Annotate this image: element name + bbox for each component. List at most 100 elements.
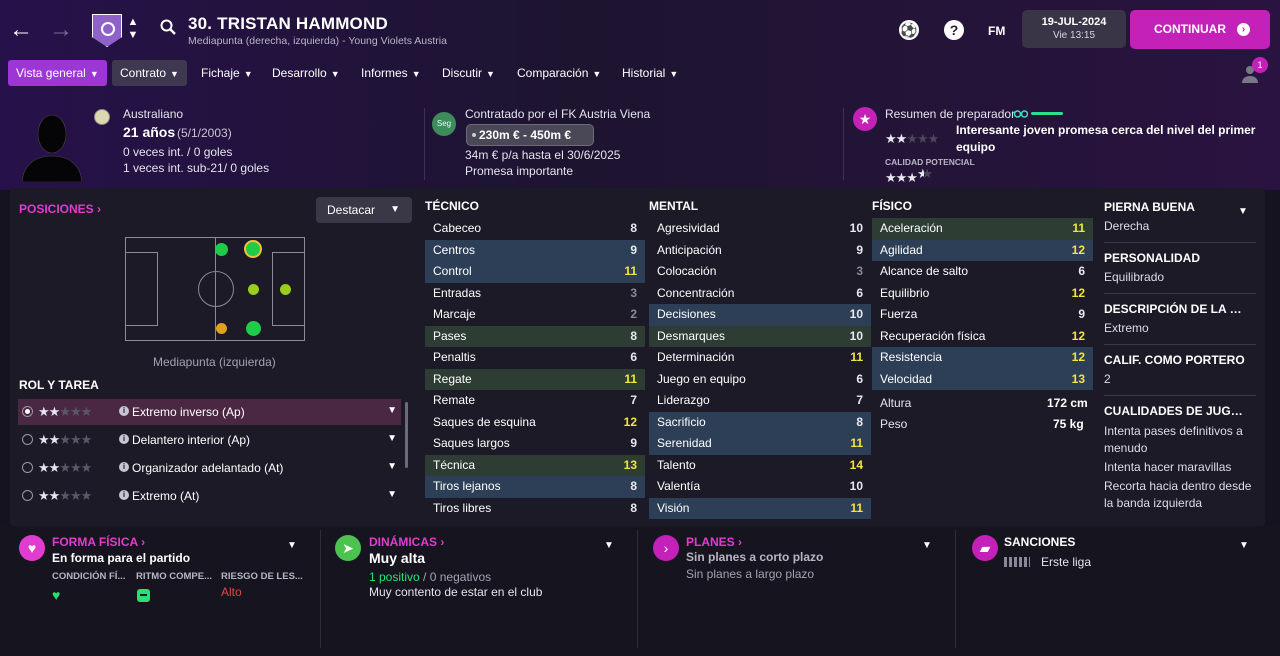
attribute-row[interactable]: Anticipación 9 bbox=[649, 240, 871, 262]
attribute-row[interactable]: Penaltis 6 bbox=[425, 347, 645, 369]
role-row[interactable]: ★★★★★ i Extremo (At) ▼ bbox=[18, 483, 401, 509]
chevron-down-icon[interactable]: ▼ bbox=[1239, 540, 1249, 551]
attribute-row[interactable]: Sacrificio 8 bbox=[649, 411, 871, 433]
radio-button[interactable] bbox=[22, 406, 33, 417]
injury-risk-value: Alto bbox=[221, 585, 242, 599]
role-row[interactable]: ★★★★★ i Extremo inverso (Ap) ▼ bbox=[18, 399, 401, 425]
attribute-row[interactable]: Velocidad 13 bbox=[872, 368, 1093, 390]
positions-title[interactable]: POSICIONES › bbox=[19, 202, 101, 216]
attribute-row[interactable]: Determinación 11 bbox=[649, 347, 871, 369]
attribute-row[interactable]: Juego en equipo 6 bbox=[649, 369, 871, 391]
date-box[interactable]: 19-JUL-2024 Vie 13:15 bbox=[1022, 10, 1126, 48]
attribute-row[interactable]: Aceleración 11 bbox=[872, 218, 1093, 240]
player-traits-section: CUALIDADES DE JUGA... Intenta pases defi… bbox=[1104, 404, 1256, 512]
up-down-chevron-icon[interactable]: ▲ ▼ bbox=[126, 16, 140, 42]
menu-discutir[interactable]: Discutir ▼ bbox=[434, 60, 503, 86]
chevron-down-icon: ▼ bbox=[486, 69, 495, 79]
attribute-value: 6 bbox=[630, 350, 637, 364]
role-row[interactable]: ★★★★★ i Delantero interior (Ap) ▼ bbox=[18, 427, 401, 453]
attribute-row[interactable]: Pases 8 bbox=[425, 325, 645, 347]
football-icon[interactable]: ⚽ bbox=[899, 20, 919, 40]
nationality-flag-icon bbox=[94, 109, 110, 125]
notifications-button[interactable]: 1 bbox=[1240, 57, 1268, 84]
menu-vista-general[interactable]: Vista general ▼ bbox=[8, 60, 107, 86]
forward-arrow-icon[interactable]: → bbox=[48, 14, 74, 46]
back-arrow-icon[interactable]: ← bbox=[8, 14, 34, 46]
attribute-row[interactable]: Concentración 6 bbox=[649, 283, 871, 305]
trait: Recorta hacia dentro desde la banda izqu… bbox=[1104, 479, 1252, 510]
menu-informes[interactable]: Informes ▼ bbox=[353, 60, 429, 86]
search-icon[interactable] bbox=[160, 19, 176, 35]
info-icon[interactable]: i bbox=[119, 462, 129, 472]
info-icon[interactable]: i bbox=[119, 490, 129, 500]
radio-button[interactable] bbox=[22, 490, 33, 501]
fm-menu-button[interactable]: FM bbox=[988, 24, 1005, 38]
attribute-row[interactable]: Decisiones 10 bbox=[649, 304, 871, 326]
value-range-pill[interactable]: 230m € - 450m € bbox=[466, 124, 594, 146]
attribute-name: Aceleración bbox=[880, 221, 943, 235]
attribute-row[interactable]: Control 11 bbox=[425, 261, 645, 283]
fitness-title[interactable]: FORMA FÍSICA › bbox=[52, 535, 145, 549]
attribute-name: Remate bbox=[433, 393, 476, 407]
attribute-row[interactable]: Regate 11 bbox=[425, 368, 645, 390]
help-icon[interactable]: ? bbox=[944, 20, 964, 40]
chevron-down-icon[interactable]: ▼ bbox=[604, 540, 614, 551]
attribute-row[interactable]: Recuperación física 12 bbox=[872, 326, 1093, 348]
attribute-row[interactable]: Saques de esquina 12 bbox=[425, 412, 645, 434]
radio-button[interactable] bbox=[22, 462, 33, 473]
dynamics-value: Muy alta bbox=[369, 550, 426, 566]
attribute-row[interactable]: Talento 14 bbox=[649, 455, 871, 477]
age: 21 años bbox=[123, 124, 176, 140]
attribute-row[interactable]: Técnica 13 bbox=[425, 454, 645, 476]
plans-title[interactable]: PLANES › bbox=[686, 535, 742, 549]
attribute-row[interactable]: Colocación 3 bbox=[649, 261, 871, 283]
attribute-row[interactable]: Remate 7 bbox=[425, 390, 645, 412]
highlight-dropdown[interactable]: Destacar ▼ bbox=[316, 197, 412, 223]
divider bbox=[424, 108, 425, 180]
sanction-points-icon bbox=[1004, 557, 1030, 567]
chevron-down-icon[interactable]: ▼ bbox=[922, 540, 932, 551]
attribute-row[interactable]: Centros 9 bbox=[425, 239, 645, 261]
attribute-row[interactable]: Desmarques 10 bbox=[649, 325, 871, 347]
pitch-center-circle bbox=[198, 271, 234, 307]
attribute-row[interactable]: Liderazgo 7 bbox=[649, 390, 871, 412]
attribute-row[interactable]: Serenidad 11 bbox=[649, 433, 871, 455]
attribute-row[interactable]: Tiros lejanos 8 bbox=[425, 476, 645, 498]
dynamics-label: DINÁMICAS bbox=[369, 535, 437, 549]
chevron-down-icon[interactable]: ▼ bbox=[387, 405, 397, 416]
info-icon[interactable]: i bbox=[119, 406, 129, 416]
attribute-row[interactable]: Tiros libres 8 bbox=[425, 498, 645, 520]
attribute-row[interactable]: Saques largos 9 bbox=[425, 433, 645, 455]
attribute-row[interactable]: Equilibrio 12 bbox=[872, 283, 1093, 305]
preferred-foot-section: PIERNA BUENA Derecha bbox=[1104, 200, 1256, 243]
info-icon[interactable]: i bbox=[119, 434, 129, 444]
attribute-row[interactable]: Resistencia 12 bbox=[872, 347, 1093, 369]
menu-fichaje[interactable]: Fichaje ▼ bbox=[193, 60, 261, 86]
attribute-row[interactable]: Valentía 10 bbox=[649, 476, 871, 498]
divider bbox=[1104, 293, 1256, 294]
roles-scrollbar[interactable] bbox=[405, 402, 408, 468]
dynamics-title[interactable]: DINÁMICAS › bbox=[369, 535, 444, 549]
menu-comparacion[interactable]: Comparación ▼ bbox=[509, 60, 609, 86]
chevron-down-icon[interactable]: ▼ bbox=[287, 540, 297, 551]
attribute-row[interactable]: Entradas 3 bbox=[425, 283, 645, 305]
chevron-down-icon[interactable]: ▼ bbox=[387, 461, 397, 472]
chevron-down-icon[interactable]: ▼ bbox=[387, 489, 397, 500]
menu-historial[interactable]: Historial ▼ bbox=[614, 60, 686, 86]
squad-status: Promesa importante bbox=[465, 164, 574, 178]
attribute-row[interactable]: Visión 11 bbox=[649, 497, 871, 519]
radio-button[interactable] bbox=[22, 434, 33, 445]
attribute-row[interactable]: Cabeceo 8 bbox=[425, 218, 645, 240]
menu-desarrollo[interactable]: Desarrollo ▼ bbox=[264, 60, 348, 86]
chevron-down-icon[interactable]: ▼ bbox=[1238, 206, 1248, 217]
attribute-row[interactable]: Alcance de salto 6 bbox=[872, 261, 1093, 283]
chevron-down-icon[interactable]: ▼ bbox=[387, 433, 397, 444]
attribute-row[interactable]: Agilidad 12 bbox=[872, 239, 1093, 261]
menu-contrato[interactable]: Contrato ▼ bbox=[112, 60, 187, 86]
continue-button[interactable]: CONTINUAR › bbox=[1130, 10, 1270, 49]
attribute-row[interactable]: Marcaje 2 bbox=[425, 304, 645, 326]
attribute-value: 7 bbox=[630, 393, 637, 407]
role-row[interactable]: ★★★★★ i Organizador adelantado (At) ▼ bbox=[18, 455, 401, 481]
attribute-row[interactable]: Fuerza 9 bbox=[872, 304, 1093, 326]
attribute-row[interactable]: Agresividad 10 bbox=[649, 218, 871, 240]
